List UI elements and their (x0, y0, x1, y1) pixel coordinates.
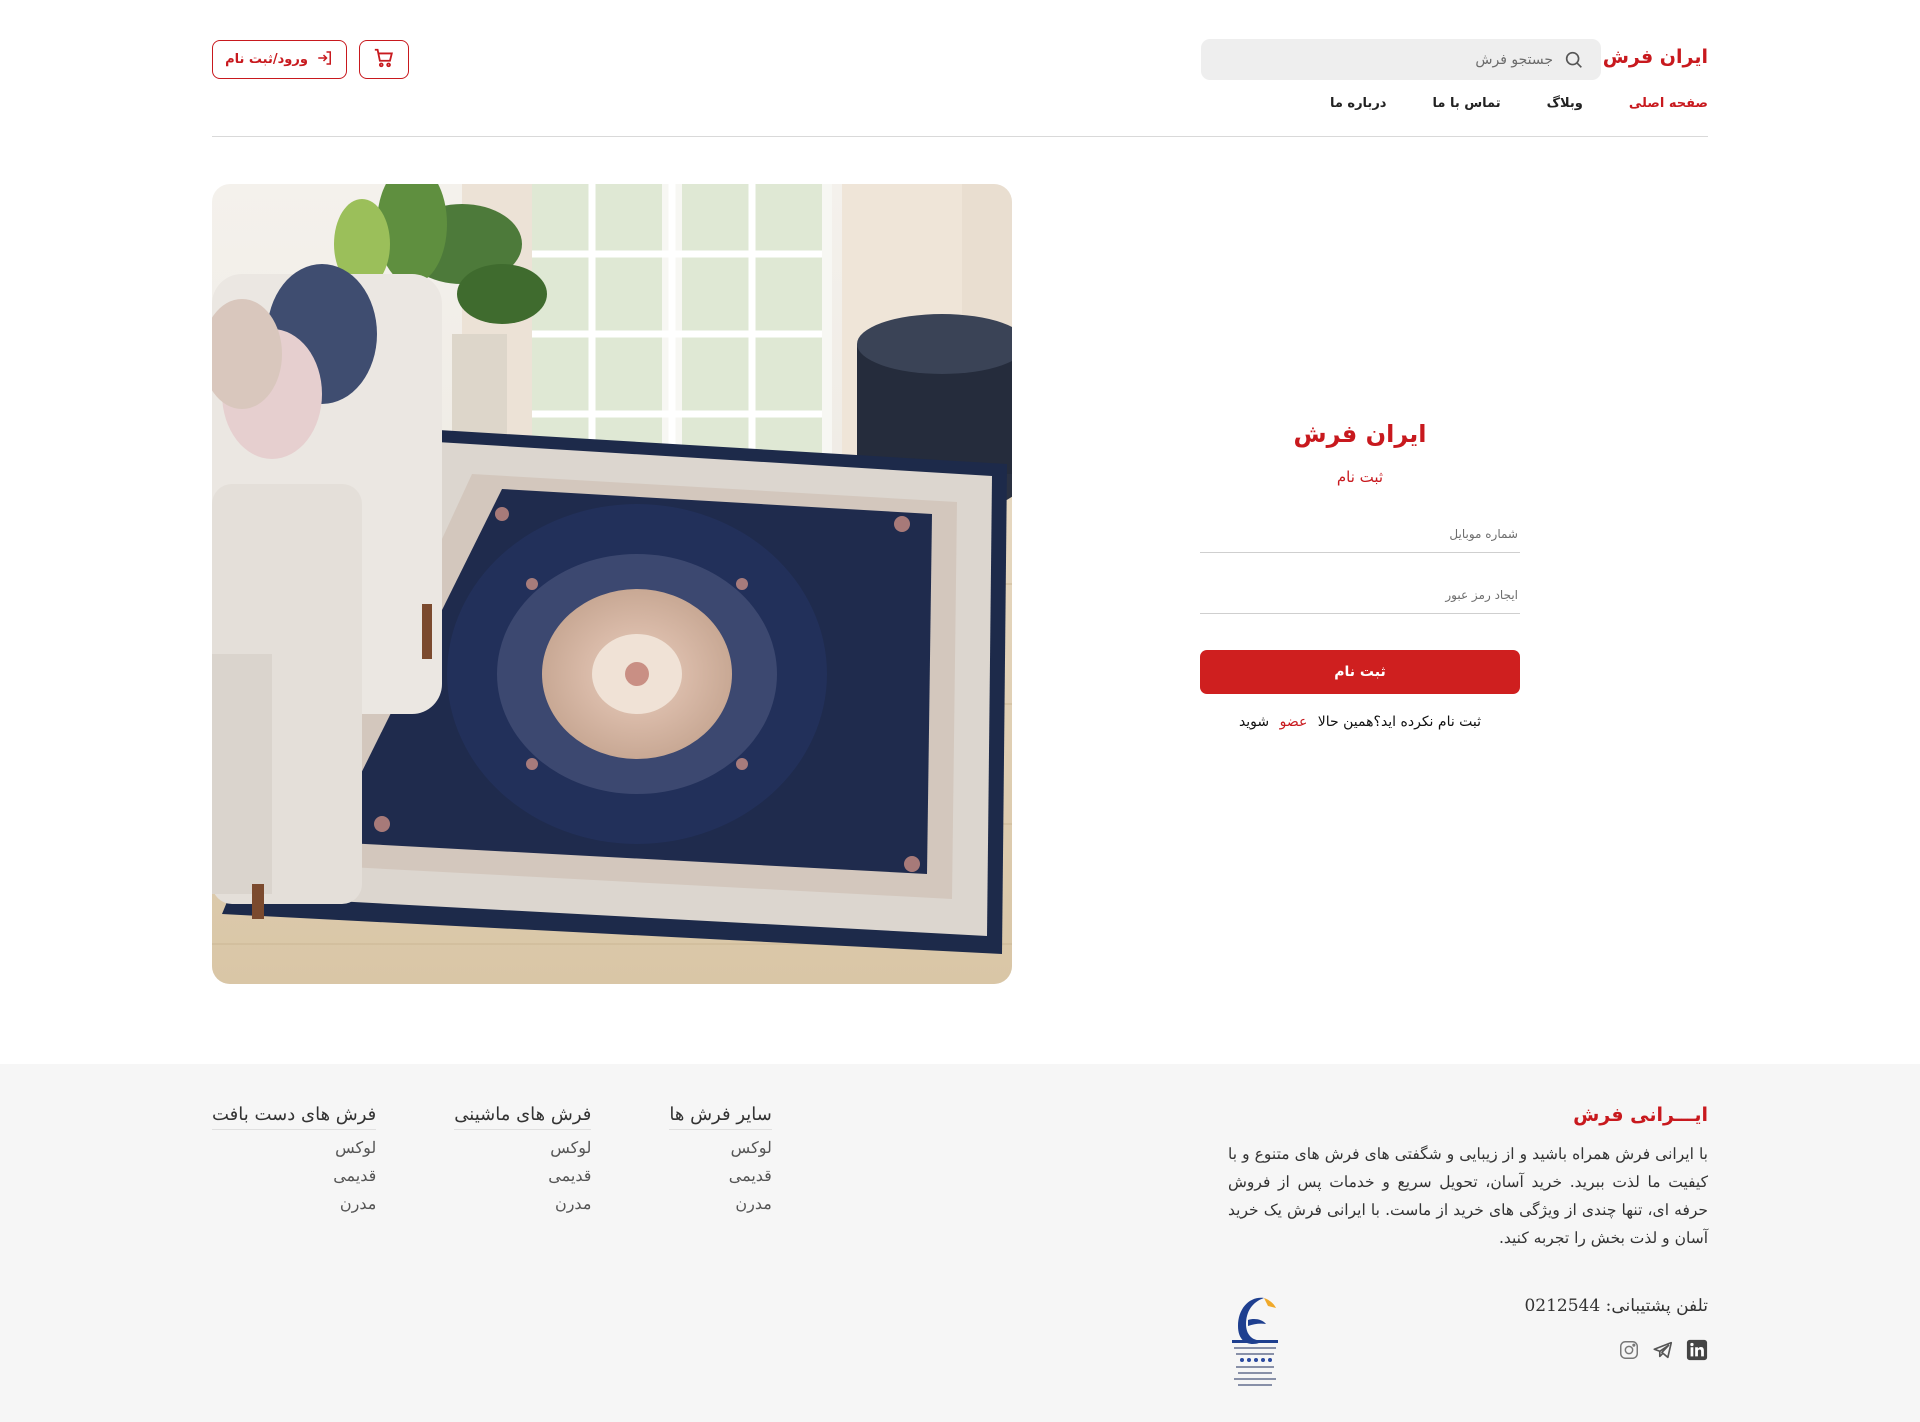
form-subtitle: ثبت نام (1336, 468, 1384, 486)
site-logo[interactable]: ایران فرش (1603, 46, 1708, 68)
footer-col-title: فرش های دست بافت (212, 1104, 377, 1130)
cart-icon (373, 47, 395, 72)
nav-blog[interactable]: وبلاگ (1547, 96, 1583, 111)
header-actions: ورود/ثبت نام (212, 40, 409, 79)
register-button[interactable]: ثبت نام (1200, 650, 1520, 694)
nav-home[interactable]: صفحه اصلی (1629, 96, 1708, 111)
mobile-field[interactable] (1200, 516, 1520, 553)
site-header: ایران فرش ورود/ثبت نام صفحه اصلی وبلاگ ت… (212, 0, 1708, 137)
search-bar[interactable] (1201, 39, 1601, 80)
footer-link[interactable]: مدرن (212, 1190, 376, 1218)
footer-link[interactable]: مدرن (454, 1190, 591, 1218)
telegram-icon[interactable] (1652, 1339, 1674, 1361)
support-phone: تلفن پشتیبانی: 0212544 (1524, 1296, 1708, 1316)
footer-link[interactable]: لوکس (212, 1134, 376, 1162)
login-register-button[interactable]: ورود/ثبت نام (212, 40, 347, 79)
cart-button[interactable] (359, 40, 409, 79)
footer-link-columns: فرش های دست بافت لوکس قدیمی مدرن فرش های… (212, 1104, 772, 1218)
search-input[interactable] (1213, 51, 1553, 68)
footer-col-other: سایر فرش ها لوکس قدیمی مدرن (669, 1104, 772, 1218)
form-brand: ایران فرش (1293, 420, 1427, 448)
footer-col-title: سایر فرش ها (669, 1104, 772, 1130)
footer-col-handmade: فرش های دست بافت لوکس قدیمی مدرن (212, 1104, 377, 1218)
rug-room-image (212, 184, 1012, 984)
nav-contact[interactable]: تماس با ما (1432, 96, 1500, 111)
footer-description: با ایرانی فرش همراه باشید و از زیبایی و … (1228, 1145, 1708, 1247)
footer-col-machine: فرش های ماشینی لوکس قدیمی مدرن (454, 1104, 592, 1218)
footer-link[interactable]: قدیمی (454, 1162, 591, 1190)
login-label: ورود/ثبت نام (225, 52, 308, 67)
join-link[interactable]: عضو (1280, 714, 1308, 730)
footer-about: ایـــرانی فرش با ایرانی فرش همراه باشید … (1228, 1104, 1708, 1252)
join-suffix: شوید (1238, 714, 1270, 730)
register-form: ایران فرش ثبت نام ثبت نام ثبت نام نکرده … (1200, 420, 1520, 730)
instagram-icon[interactable] (1618, 1339, 1640, 1361)
footer-link[interactable]: قدیمی (212, 1162, 376, 1190)
footer-link[interactable]: مدرن (669, 1190, 771, 1218)
footer-link[interactable]: لوکس (669, 1134, 772, 1162)
nav-about[interactable]: درباره ما (1330, 96, 1387, 111)
login-icon (316, 49, 334, 71)
search-icon[interactable] (1563, 49, 1585, 71)
password-field[interactable] (1200, 577, 1520, 614)
join-prompt: ثبت نام نکرده اید؟همین حالا عضو شوید (1200, 714, 1520, 730)
footer-col-title: فرش های ماشینی (454, 1104, 592, 1130)
main-nav: صفحه اصلی وبلاگ تماس با ما درباره ما (1330, 96, 1708, 111)
footer-link[interactable]: قدیمی (669, 1162, 772, 1190)
footer-brand: ایـــرانی فرش (1573, 1104, 1708, 1126)
enamad-badge[interactable] (1226, 1290, 1284, 1394)
site-footer: ایـــرانی فرش با ایرانی فرش همراه باشید … (0, 1064, 1920, 1422)
join-prefix: ثبت نام نکرده اید؟همین حالا (1317, 714, 1482, 730)
social-links (1618, 1339, 1708, 1361)
linkedin-icon[interactable] (1686, 1339, 1708, 1361)
footer-link[interactable]: لوکس (454, 1134, 591, 1162)
